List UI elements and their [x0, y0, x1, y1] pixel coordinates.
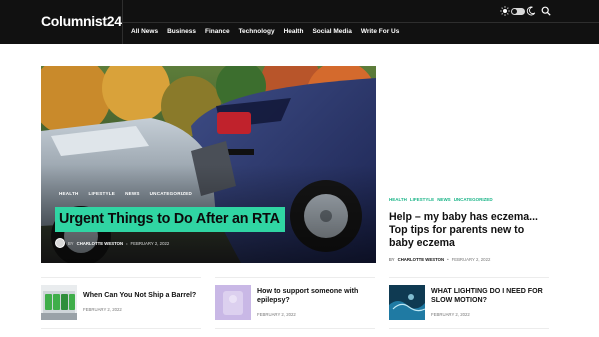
- nav-item-all-news[interactable]: All News: [131, 28, 158, 35]
- card-title-line: SLOW MOTION?: [431, 296, 487, 304]
- card-title-line: When Can You Not Ship a Barrel?: [83, 291, 197, 299]
- site-header: Columnist24 All News Business Finance Te…: [0, 0, 599, 44]
- card-title-line: How to support someone with: [257, 287, 359, 295]
- divider: [215, 277, 375, 278]
- tag-lifestyle[interactable]: LIFESTYLE: [410, 197, 434, 202]
- nav-item-write-for-us[interactable]: Write For Us: [361, 28, 400, 35]
- author-link[interactable]: CHARLOTTE WESTON: [398, 257, 444, 262]
- side-article-meta: BY CHARLOTTE WESTON • FEBRUARY 2, 2022: [389, 257, 490, 262]
- tag-uncategorized[interactable]: UNCATEGORIZED: [454, 197, 493, 202]
- tag-news[interactable]: NEWS: [125, 191, 140, 196]
- post-date: FEBRUARY 2, 2022: [257, 312, 296, 317]
- post-date: FEBRUARY 2, 2022: [451, 257, 491, 262]
- tag-news[interactable]: NEWS: [437, 197, 451, 202]
- list-item[interactable]: WHAT LIGHTING DO I NEED FOR SLOW MOTION?…: [389, 285, 553, 321]
- epilepsy-thumbnail: [215, 285, 251, 320]
- author-link[interactable]: CHARLOTTE WESTON: [77, 241, 123, 246]
- lighting-thumbnail: [389, 285, 425, 320]
- card-title-line: epilepsy?: [257, 296, 290, 304]
- tag-health[interactable]: HEALTH: [389, 197, 407, 202]
- hero-title[interactable]: Urgent Things to Do After an RTA: [59, 211, 280, 227]
- divider: [389, 328, 549, 329]
- side-article-title[interactable]: Help – my baby has eczema... Top tips fo…: [389, 211, 547, 251]
- card-title[interactable]: WHAT LIGHTING DO I NEED FOR SLOW MOTION?: [431, 287, 543, 305]
- nav-item-technology[interactable]: Technology: [239, 28, 275, 35]
- post-date: FEBRUARY 2, 2022: [431, 312, 470, 317]
- sun-icon[interactable]: [500, 6, 510, 16]
- tag-health[interactable]: HEALTH: [59, 191, 79, 196]
- card-title-line: WHAT LIGHTING DO I NEED FOR: [431, 287, 543, 295]
- by-label: BY: [68, 240, 74, 246]
- hero-meta: BY CHARLOTTE WESTON • FEBRUARY 2, 2022: [55, 238, 169, 248]
- nav-item-health[interactable]: Health: [284, 28, 304, 35]
- card-title[interactable]: When Can You Not Ship a Barrel?: [83, 291, 196, 300]
- main-nav: All News Business Finance Technology Hea…: [131, 28, 399, 35]
- hero-title-highlight: Urgent Things to Do After an RTA: [55, 207, 285, 232]
- hero-tags: HEALTH LIFESTYLE NEWS UNCATEGORIZED: [59, 191, 192, 196]
- header-divider-horizontal: [122, 22, 599, 23]
- by-label: BY: [389, 257, 395, 262]
- post-date: FEBRUARY 2, 2022: [83, 307, 122, 312]
- meta-separator: •: [126, 240, 128, 246]
- nav-item-business[interactable]: Business: [167, 28, 196, 35]
- list-item[interactable]: How to support someone with epilepsy? FE…: [215, 285, 379, 321]
- post-date: FEBRUARY 2, 2022: [130, 240, 170, 246]
- divider: [41, 277, 201, 278]
- list-item[interactable]: When Can You Not Ship a Barrel? FEBRUARY…: [41, 285, 205, 321]
- author-avatar: [55, 238, 65, 248]
- site-logo[interactable]: Columnist24: [41, 13, 122, 29]
- barrel-thumbnail: [41, 285, 77, 320]
- divider: [41, 328, 201, 329]
- side-article-tags: HEALTH LIFESTYLE NEWS UNCATEGORIZED: [389, 197, 493, 202]
- card-title[interactable]: How to support someone with epilepsy?: [257, 287, 358, 305]
- divider: [389, 277, 549, 278]
- dark-mode-toggle[interactable]: [511, 8, 525, 15]
- nav-item-finance[interactable]: Finance: [205, 28, 230, 35]
- hero-image: [41, 66, 376, 263]
- search-icon[interactable]: [541, 6, 551, 16]
- tag-uncategorized[interactable]: UNCATEGORIZED: [150, 191, 192, 196]
- moon-icon[interactable]: [526, 6, 536, 16]
- hero-article[interactable]: HEALTH LIFESTYLE NEWS UNCATEGORIZED Urge…: [41, 66, 376, 263]
- nav-item-social-media[interactable]: Social Media: [312, 28, 351, 35]
- divider: [215, 328, 375, 329]
- tag-lifestyle[interactable]: LIFESTYLE: [89, 191, 116, 196]
- meta-separator: •: [447, 257, 449, 262]
